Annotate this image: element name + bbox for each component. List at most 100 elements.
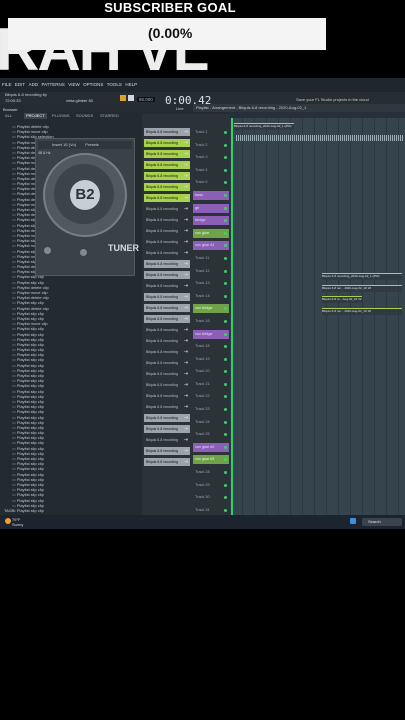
- channel-button[interactable]: Bilquis 6-8 recording ⇥: [144, 193, 190, 203]
- channel-button[interactable]: Bilquis 6-8 recording ⇥: [144, 457, 190, 466]
- tuner-knob-icon[interactable]: [80, 249, 87, 256]
- track-header[interactable]: Track 20: [193, 367, 229, 376]
- track-header[interactable]: vox glue #2: [193, 442, 229, 452]
- track-enable-icon[interactable]: [224, 143, 227, 147]
- route-arrow-icon[interactable]: ⇥: [184, 359, 188, 367]
- sun-icon[interactable]: [5, 518, 11, 524]
- track-enable-icon[interactable]: [224, 471, 227, 475]
- route-arrow-icon[interactable]: ⇥: [184, 425, 188, 433]
- track-enable-icon[interactable]: [224, 332, 227, 336]
- channel-button[interactable]: Bilquis 6-8 recording ⇥: [144, 249, 190, 257]
- track-header[interactable]: vox glue #3: [193, 455, 229, 465]
- route-arrow-icon[interactable]: ⇥: [184, 183, 188, 191]
- channel-button[interactable]: Bilquis 6-8 recording ⇥: [144, 138, 190, 148]
- menu-view[interactable]: VIEW: [68, 82, 80, 87]
- track-enable-icon[interactable]: [224, 282, 227, 286]
- channel-button[interactable]: Bilquis 6-8 recording ⇥: [144, 370, 190, 378]
- route-arrow-icon[interactable]: ⇥: [184, 326, 188, 334]
- route-arrow-icon[interactable]: ⇥: [184, 348, 188, 356]
- weather-widget[interactable]: 79°F Sunny: [12, 517, 23, 527]
- track-header[interactable]: bridge: [193, 216, 229, 226]
- route-arrow-icon[interactable]: ⇥: [184, 304, 188, 312]
- route-arrow-icon[interactable]: ⇥: [184, 381, 188, 389]
- route-arrow-icon[interactable]: ⇥: [184, 436, 188, 444]
- route-arrow-icon[interactable]: ⇥: [184, 128, 188, 136]
- menu-patterns[interactable]: PATTERNS: [41, 82, 64, 87]
- track-header[interactable]: Track 25: [193, 430, 229, 439]
- playhead[interactable]: [231, 118, 233, 515]
- track-header[interactable]: Track 16: [193, 317, 229, 326]
- track-enable-icon[interactable]: [224, 193, 227, 197]
- track-enable-icon[interactable]: [224, 206, 227, 210]
- channel-button[interactable]: Bilquis 6-8 recording ⇥: [144, 238, 190, 246]
- route-arrow-icon[interactable]: ⇥: [184, 172, 188, 180]
- track-enable-icon[interactable]: [224, 433, 227, 437]
- playlist-grid[interactable]: Bilquis 6-8 recording_2020-Aug-02_1 (#54…: [230, 118, 405, 515]
- track-header[interactable]: Track 19: [193, 355, 229, 364]
- channel-button[interactable]: Bilquis 6-8 recording ⇥: [144, 413, 190, 422]
- route-arrow-icon[interactable]: ⇥: [184, 271, 188, 279]
- track-enable-icon[interactable]: [224, 445, 227, 449]
- track-enable-icon[interactable]: [224, 483, 227, 487]
- channel-button[interactable]: Bilquis 6-8 recording ⇥: [144, 182, 190, 192]
- route-arrow-icon[interactable]: ⇥: [184, 205, 188, 213]
- track-enable-icon[interactable]: [224, 219, 227, 223]
- audio-clip[interactable]: Bilquis 6-8 re... Aug-02_1# 22: [322, 296, 362, 303]
- route-arrow-icon[interactable]: ⇥: [184, 227, 188, 235]
- channel-button[interactable]: Bilquis 6-8 recording ⇥: [144, 326, 190, 334]
- route-arrow-icon[interactable]: ⇥: [184, 293, 188, 301]
- channel-button[interactable]: Bilquis 6-8 recording ⇥: [144, 446, 190, 455]
- track-header[interactable]: gtr: [193, 203, 229, 213]
- track-header[interactable]: Track 11: [193, 254, 229, 263]
- track-header[interactable]: vox glue: [193, 228, 229, 238]
- route-arrow-icon[interactable]: ⇥: [184, 260, 188, 268]
- route-arrow-icon[interactable]: ⇥: [184, 403, 188, 411]
- tuner-presets[interactable]: Presets: [85, 142, 99, 147]
- track-header[interactable]: Track 30: [193, 493, 229, 502]
- audio-clip[interactable]: Bilquis 6-8 recording_2020-Aug-02_1 (#54…: [234, 123, 294, 130]
- route-arrow-icon[interactable]: ⇥: [184, 337, 188, 345]
- track-header[interactable]: bass: [193, 190, 229, 200]
- track-enable-icon[interactable]: [224, 131, 227, 134]
- channel-button[interactable]: Bilquis 6-8 recording ⇥: [144, 314, 190, 324]
- track-header[interactable]: Track 4: [193, 166, 229, 175]
- track-enable-icon[interactable]: [224, 382, 227, 386]
- track-enable-icon[interactable]: [224, 181, 227, 185]
- track-header[interactable]: Track 14: [193, 292, 229, 301]
- track-enable-icon[interactable]: [224, 231, 227, 235]
- channel-button[interactable]: Bilquis 6-8 recording ⇥: [144, 149, 190, 159]
- route-arrow-icon[interactable]: ⇥: [184, 194, 188, 202]
- channel-button[interactable]: Bilquis 6-8 recording ⇥: [144, 160, 190, 170]
- track-header[interactable]: Track 13: [193, 279, 229, 288]
- audio-clip[interactable]: Bilquis 6-8 rec... 2020-Aug-02_1# 18: [322, 308, 402, 315]
- track-enable-icon[interactable]: [224, 357, 227, 361]
- track-header[interactable]: Track 2: [193, 141, 229, 150]
- stop-icon[interactable]: [128, 95, 134, 101]
- track-enable-icon[interactable]: [224, 269, 227, 273]
- menu-file[interactable]: FILE: [2, 82, 12, 87]
- track-header[interactable]: Track 28: [193, 468, 229, 477]
- audio-clip[interactable]: Bilquis 6-8 recording_2020-Aug-02_1 (#54…: [322, 273, 402, 280]
- track-header[interactable]: Track 23: [193, 405, 229, 414]
- tuner-knob-icon[interactable]: [44, 247, 51, 254]
- tab-plugins[interactable]: PLUGINS: [50, 113, 72, 119]
- track-header[interactable]: vox bridge: [193, 304, 229, 314]
- tab-starred[interactable]: STARRED: [98, 113, 121, 119]
- track-header[interactable]: Track 5: [193, 178, 229, 187]
- track-enable-icon[interactable]: [224, 420, 227, 424]
- track-enable-icon[interactable]: [224, 244, 227, 248]
- channel-button[interactable]: Bilquis 6-8 recording ⇥: [144, 359, 190, 367]
- track-enable-icon[interactable]: [224, 370, 227, 374]
- browser-item[interactable]: Playlist slip clip: [12, 508, 72, 513]
- channel-button[interactable]: Bilquis 6-8 recording ⇥: [144, 292, 190, 302]
- tab-all[interactable]: ALL: [3, 113, 14, 119]
- track-header[interactable]: Track 22: [193, 392, 229, 401]
- menu-help[interactable]: HELP: [125, 82, 137, 87]
- tab-project[interactable]: PROJECT: [24, 113, 47, 119]
- track-enable-icon[interactable]: [224, 168, 227, 172]
- channel-button[interactable]: Bilquis 6-8 recording ⇥: [144, 216, 190, 224]
- route-arrow-icon[interactable]: ⇥: [184, 249, 188, 257]
- track-enable-icon[interactable]: [224, 496, 227, 500]
- channel-button[interactable]: Bilquis 6-8 recording ⇥: [144, 205, 190, 213]
- bpm-display[interactable]: 86.000: [137, 97, 155, 102]
